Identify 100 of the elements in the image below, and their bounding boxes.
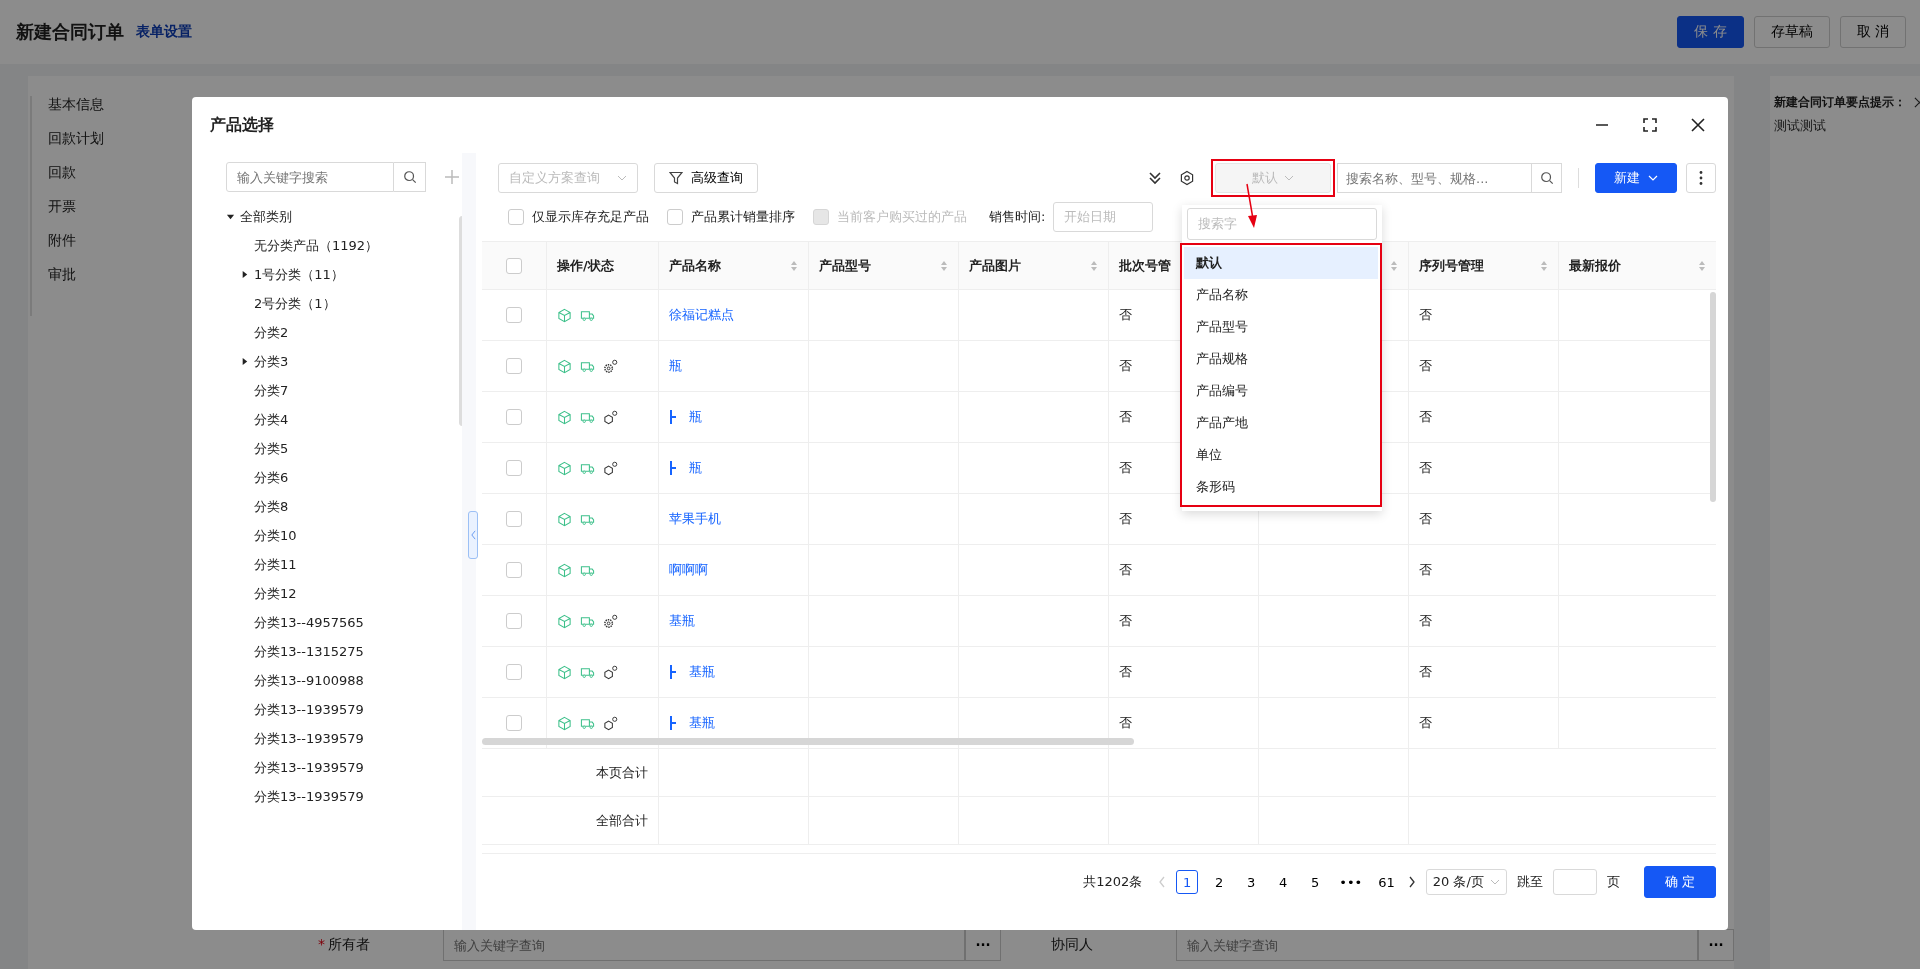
tree-item[interactable]: 无分类产品（1192） bbox=[254, 236, 379, 255]
gear-circles-icon[interactable] bbox=[603, 358, 618, 374]
sort-icon[interactable] bbox=[1698, 259, 1706, 272]
dropdown-option[interactable]: 产品规格 bbox=[1184, 343, 1378, 375]
row-checkbox[interactable] bbox=[506, 511, 522, 527]
gear-circles-icon[interactable] bbox=[603, 613, 618, 629]
maximize-icon[interactable] bbox=[1642, 117, 1658, 133]
settings-icon[interactable] bbox=[1179, 170, 1195, 186]
hexagon-circle-icon[interactable] bbox=[603, 664, 618, 680]
previous-page-icon[interactable] bbox=[1158, 876, 1167, 888]
checkbox[interactable] bbox=[508, 209, 524, 225]
page-number[interactable]: 1 bbox=[1176, 870, 1199, 894]
cube-icon[interactable] bbox=[557, 307, 572, 323]
cube-icon[interactable] bbox=[557, 511, 572, 527]
product-link[interactable]: 瓶 bbox=[669, 357, 682, 375]
cube-icon[interactable] bbox=[557, 358, 572, 374]
product-link[interactable]: 基瓶 bbox=[669, 612, 695, 630]
select-all-checkbox[interactable] bbox=[506, 257, 522, 274]
row-checkbox[interactable] bbox=[506, 409, 522, 425]
page-jump-field[interactable] bbox=[1552, 869, 1597, 895]
more-button[interactable]: ··· bbox=[965, 929, 1001, 961]
cube-icon[interactable] bbox=[557, 613, 572, 629]
page-size-select[interactable]: 20 条/页 bbox=[1425, 869, 1507, 895]
horizontal-scrollbar-thumb[interactable] bbox=[482, 738, 1134, 745]
tree-item[interactable]: 分类13--9100988 bbox=[254, 671, 364, 690]
product-link[interactable]: 苹果手机 bbox=[669, 510, 721, 528]
vertical-scrollbar-thumb[interactable] bbox=[1710, 292, 1716, 502]
form-settings-link[interactable]: 表单设置 bbox=[136, 23, 192, 41]
tree-item[interactable]: 分类13--1939579 bbox=[254, 787, 364, 806]
product-link[interactable]: 瓶 bbox=[689, 408, 702, 426]
cube-icon[interactable] bbox=[557, 460, 572, 476]
cube-icon[interactable] bbox=[557, 409, 572, 425]
row-checkbox[interactable] bbox=[506, 562, 522, 578]
confirm-button[interactable]: 确 定 bbox=[1643, 866, 1716, 898]
input-field[interactable]: 输入关键字查询 bbox=[1176, 929, 1698, 961]
page-number[interactable]: 2 bbox=[1208, 870, 1231, 894]
tree-item[interactable]: 2号分类（1） bbox=[254, 294, 336, 313]
dropdown-option[interactable]: 产品型号 bbox=[1184, 311, 1378, 343]
tree-item[interactable]: 1号分类（11） bbox=[254, 265, 344, 284]
caret-icon[interactable] bbox=[240, 270, 249, 279]
input-field[interactable]: 输入关键字查询 bbox=[443, 929, 965, 961]
page-number[interactable]: 61 bbox=[1375, 870, 1398, 894]
row-checkbox[interactable] bbox=[506, 358, 522, 374]
page-number[interactable]: 3 bbox=[1240, 870, 1263, 894]
product-link[interactable]: 啊啊啊 bbox=[669, 561, 708, 579]
product-link[interactable]: 瓶 bbox=[689, 459, 702, 477]
page-number[interactable]: 5 bbox=[1304, 870, 1327, 894]
more-button[interactable] bbox=[1686, 163, 1716, 193]
product-link[interactable]: 基瓶 bbox=[689, 714, 715, 732]
tree-item[interactable]: 分类5 bbox=[254, 439, 289, 458]
tree-item[interactable]: 分类13--1315275 bbox=[254, 642, 364, 661]
next-page-icon[interactable] bbox=[1407, 876, 1416, 888]
hexagon-circle-icon[interactable] bbox=[603, 460, 618, 476]
sort-icon[interactable] bbox=[790, 259, 798, 272]
product-link[interactable]: 基瓶 bbox=[689, 663, 715, 681]
dropdown-option[interactable]: 默认 bbox=[1184, 247, 1378, 279]
row-checkbox[interactable] bbox=[506, 613, 522, 629]
tree-item[interactable]: 分类13--1939579 bbox=[254, 700, 364, 719]
search-button[interactable] bbox=[1532, 163, 1562, 193]
sort-icon[interactable] bbox=[1090, 259, 1098, 272]
checkbox[interactable] bbox=[667, 209, 683, 225]
dropdown-option[interactable]: 单位 bbox=[1184, 439, 1378, 471]
cube-icon[interactable] bbox=[557, 715, 572, 731]
header-button[interactable]: 取 消 bbox=[1839, 16, 1906, 48]
search-button[interactable] bbox=[394, 162, 426, 192]
tree-item[interactable]: 分类3 bbox=[254, 352, 289, 371]
page-number[interactable]: ••• bbox=[1336, 870, 1366, 894]
cube-icon[interactable] bbox=[557, 664, 572, 680]
tree-item[interactable]: 分类13--1939579 bbox=[254, 729, 364, 748]
sort-icon[interactable] bbox=[1390, 259, 1398, 272]
dropdown-option[interactable]: 产品编号 bbox=[1184, 375, 1378, 407]
tree-item[interactable]: 分类4 bbox=[254, 410, 289, 429]
dropdown-option[interactable]: 产品名称 bbox=[1184, 279, 1378, 311]
dropdown-option[interactable]: 条形码 bbox=[1184, 471, 1378, 503]
hexagon-circle-icon[interactable] bbox=[603, 409, 618, 425]
dropdown-option[interactable]: 产品产地 bbox=[1184, 407, 1378, 439]
tree-item[interactable]: 分类6 bbox=[254, 468, 289, 487]
more-button[interactable]: ··· bbox=[1698, 929, 1734, 961]
row-checkbox[interactable] bbox=[506, 460, 522, 476]
cube-icon[interactable] bbox=[557, 562, 572, 578]
double-chevron-icon[interactable] bbox=[1147, 170, 1163, 186]
row-checkbox[interactable] bbox=[506, 715, 522, 731]
tree-item[interactable]: 分类7 bbox=[254, 381, 289, 400]
tree-item[interactable]: 分类10 bbox=[254, 526, 297, 545]
header-button[interactable]: 存草稿 bbox=[1753, 16, 1830, 48]
tree-item[interactable]: 分类2 bbox=[254, 323, 289, 342]
product-link[interactable]: 徐福记糕点 bbox=[669, 306, 734, 324]
hexagon-circle-icon[interactable] bbox=[603, 715, 618, 731]
tree-item[interactable]: 分类11 bbox=[254, 555, 297, 574]
tree-item[interactable]: 分类13--1939579 bbox=[254, 758, 364, 777]
tree-search-field[interactable]: 输入关键字搜索 bbox=[226, 162, 394, 192]
new-button[interactable]: 新建 bbox=[1595, 163, 1677, 193]
row-checkbox[interactable] bbox=[506, 307, 522, 323]
advanced-search-button[interactable]: 高级查询 bbox=[654, 163, 758, 193]
page-number[interactable]: 4 bbox=[1272, 870, 1295, 894]
tree-item[interactable]: 分类8 bbox=[254, 497, 289, 516]
caret-icon[interactable] bbox=[240, 357, 249, 366]
add-icon[interactable] bbox=[444, 169, 460, 185]
sort-icon[interactable] bbox=[1540, 259, 1548, 272]
tree-item[interactable]: 全部类别 bbox=[240, 207, 292, 226]
